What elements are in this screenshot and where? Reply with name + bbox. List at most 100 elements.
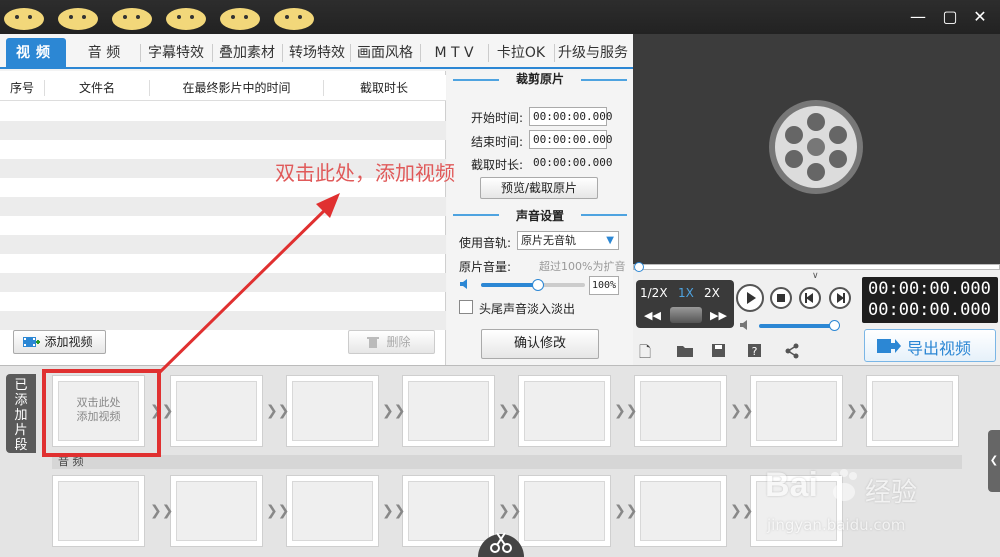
scissors-icon[interactable]: [478, 524, 524, 557]
stop-icon[interactable]: [770, 287, 792, 309]
tab-mtv[interactable]: M T V: [422, 38, 486, 68]
paw-icon: [831, 469, 857, 501]
video-preview[interactable]: [633, 34, 1000, 264]
add-video-label: 添加视频: [44, 335, 93, 349]
list-row: [0, 273, 446, 292]
arrow-right-icon: ❯❯: [266, 403, 290, 419]
crop-section-title: 裁剪原片: [515, 72, 564, 86]
tab-subtitle-effects[interactable]: 字幕特效: [143, 38, 209, 68]
film-reel-icon: [769, 100, 863, 194]
arrow-right-icon: ❯❯: [614, 503, 638, 519]
new-project-icon[interactable]: 🗋: [639, 342, 651, 367]
duration-field: 00:00:00.000: [533, 156, 613, 169]
speed-half[interactable]: 1/2X: [640, 286, 668, 300]
timeline-video-slot[interactable]: [518, 375, 611, 447]
timeline-video-slot[interactable]: [402, 375, 495, 447]
col-filename: 文件名: [78, 81, 115, 95]
start-time-label: 开始时间:: [471, 111, 524, 125]
play-icon[interactable]: [736, 284, 764, 312]
list-row: [0, 254, 446, 273]
watermark-brand: Bai: [765, 466, 818, 504]
added-clips-tab[interactable]: 已添加片段: [6, 374, 36, 453]
seek-handle[interactable]: [634, 262, 644, 272]
save-icon[interactable]: [711, 343, 726, 358]
timeline-video-slot[interactable]: [750, 375, 843, 447]
fade-checkbox[interactable]: [459, 300, 473, 314]
col-time-in-movie: 在最终影片中的时间: [182, 81, 291, 95]
timeline-audio-slot[interactable]: [634, 475, 727, 547]
list-row: [0, 121, 446, 140]
close-icon[interactable]: ✕: [968, 6, 992, 28]
slot-placeholder: 双击此处 添加视频: [58, 381, 139, 441]
annotation-hint: 双击此处，添加视频: [275, 161, 455, 185]
tab-upgrade-service[interactable]: 升级与服务: [556, 38, 630, 68]
timeline-audio-slot[interactable]: [170, 475, 263, 547]
open-folder-icon[interactable]: [676, 344, 694, 358]
slot-placeholder: [408, 481, 489, 541]
tab-karaoke[interactable]: 卡拉OK: [490, 38, 552, 68]
arrow-right-icon: ❯❯: [614, 403, 638, 419]
next-frame-icon[interactable]: [829, 287, 851, 309]
maximize-icon[interactable]: ▢: [938, 6, 962, 28]
list-row: [0, 292, 446, 311]
fast-forward-icon[interactable]: ▶▶: [710, 309, 727, 322]
tab-transitions[interactable]: 转场特效: [284, 38, 350, 68]
col-duration: 截取时长: [359, 81, 408, 95]
timeline-video-slot[interactable]: [866, 375, 959, 447]
timeline-audio-slot[interactable]: [518, 475, 611, 547]
slot-placeholder: [292, 481, 373, 541]
speed-1x[interactable]: 1X: [678, 286, 694, 300]
slot-placeholder: [292, 381, 373, 441]
player-controls: ∨ 1/2X 1X 2X ◀◀ ▶▶ 00:00:00.000 00:00:00…: [633, 262, 1000, 367]
delete-button[interactable]: 删除: [348, 330, 435, 354]
timeline-video-slot[interactable]: 双击此处 添加视频: [52, 375, 145, 447]
volume-value[interactable]: 100%: [589, 276, 619, 295]
tab-divider: [488, 44, 489, 62]
title-bar: — ▢ ✕: [0, 0, 1000, 34]
fade-label: 头尾声音淡入淡出: [479, 302, 576, 316]
start-time-field[interactable]: 00:00:00.000: [529, 107, 612, 126]
timeline-video-slot[interactable]: [634, 375, 727, 447]
jog-wheel[interactable]: [670, 307, 702, 323]
arrow-right-icon: ❯❯: [150, 403, 174, 419]
timeline-audio-slot[interactable]: [52, 475, 145, 547]
timeline-video-slot[interactable]: [170, 375, 263, 447]
tab-picture-style[interactable]: 画面风格: [352, 38, 418, 68]
rewind-icon[interactable]: ◀◀: [644, 309, 661, 322]
end-time-field[interactable]: 00:00:00.000: [529, 130, 612, 149]
volume-slider[interactable]: [481, 279, 585, 291]
preview-crop-button[interactable]: 预览/截取原片: [480, 177, 598, 199]
player-volume-handle[interactable]: [829, 320, 840, 331]
confirm-button[interactable]: 确认修改: [481, 329, 599, 359]
tab-audio[interactable]: 音 频: [74, 38, 134, 68]
share-icon[interactable]: [784, 343, 800, 359]
tab-video[interactable]: 视频: [6, 38, 66, 68]
chevron-down-icon[interactable]: ∨: [812, 271, 819, 281]
section-line: [581, 79, 627, 81]
tab-overlay-material[interactable]: 叠加素材: [214, 38, 280, 68]
video-file-list[interactable]: 序号 文件名 在最终影片中的时间 截取时长 添加视频 删除: [0, 71, 446, 365]
film-add-icon: [23, 337, 40, 347]
seek-bar[interactable]: [633, 262, 1000, 272]
player-volume-slider[interactable]: [759, 320, 840, 331]
arrow-right-icon: ❯❯: [382, 503, 406, 519]
slot-placeholder: [176, 381, 257, 441]
timeline-audio-slot[interactable]: [286, 475, 379, 547]
volume-hint: 超过100%为扩音: [539, 260, 626, 273]
track-select[interactable]: 原片无音轨 ▼: [517, 231, 619, 250]
add-video-button[interactable]: 添加视频: [13, 330, 106, 354]
arrow-right-icon: ❯❯: [730, 403, 754, 419]
scroll-right-handle[interactable]: ❮: [988, 430, 1000, 492]
cartoon-decoration: [112, 8, 152, 30]
tab-divider: [420, 44, 421, 62]
help-icon[interactable]: ?: [747, 343, 762, 358]
slot-placeholder: [756, 381, 837, 441]
speed-2x[interactable]: 2X: [704, 286, 720, 300]
export-video-button[interactable]: 导出视频: [864, 329, 996, 362]
cartoon-decoration: [220, 8, 260, 30]
total-time: 00:00:00.000: [868, 300, 991, 320]
prev-frame-icon[interactable]: [799, 287, 821, 309]
minimize-icon[interactable]: —: [906, 6, 930, 28]
volume-slider-handle[interactable]: [532, 279, 545, 291]
timeline-video-slot[interactable]: [286, 375, 379, 447]
